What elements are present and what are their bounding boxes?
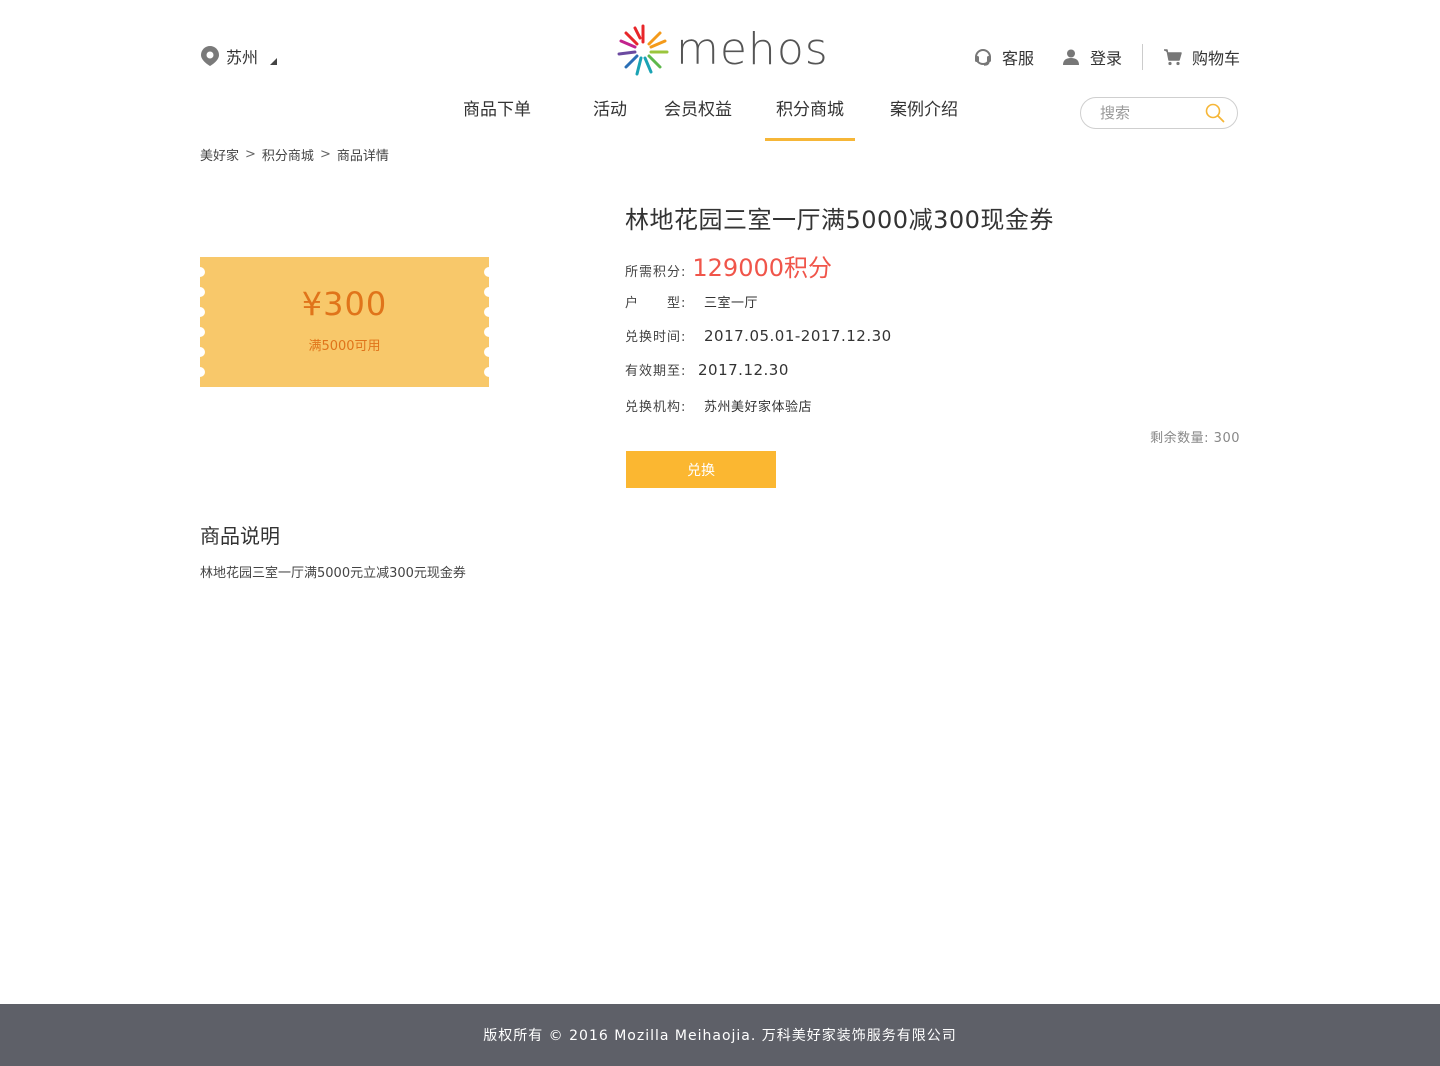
cart-label: 购物车 xyxy=(1191,49,1240,68)
description-text: 林地花园三室一厅满5000元立减300元现金券 xyxy=(200,566,466,581)
coupon-notch xyxy=(484,267,489,277)
valid-until-row: 有效期至: 2017.12.30 xyxy=(625,360,789,379)
coupon-notch xyxy=(200,267,205,277)
breadcrumb-separator: > xyxy=(319,147,331,162)
nav-item-points-mall[interactable]: 积分商城 xyxy=(765,98,855,141)
city-name: 苏州 xyxy=(226,48,259,67)
points-row: 所需积分: 129000积分 xyxy=(625,248,832,283)
logo[interactable]: mehos xyxy=(616,22,829,78)
search-input[interactable] xyxy=(1098,103,1202,123)
breadcrumb: 美好家 > 积分商城 > 商品详情 xyxy=(200,145,389,164)
breadcrumb-points-mall[interactable]: 积分商城 xyxy=(262,145,314,164)
customer-service-label: 客服 xyxy=(1001,49,1034,68)
headset-icon xyxy=(974,49,991,66)
coupon-notch xyxy=(484,367,489,377)
logo-mark-icon xyxy=(617,24,669,76)
breadcrumb-home[interactable]: 美好家 xyxy=(200,145,239,164)
caret-down-icon xyxy=(270,57,278,65)
nav-item-cases[interactable]: 案例介绍 xyxy=(888,98,960,138)
login-link[interactable]: 登录 xyxy=(1062,45,1122,69)
valid-until-value: 2017.12.30 xyxy=(698,361,789,379)
footer: 版权所有 © 2016 Mozilla Meihaojia. 万科美好家装饰服务… xyxy=(0,1004,1440,1066)
customer-service-link[interactable]: 客服 xyxy=(974,45,1034,69)
house-type-label: 户 型: xyxy=(625,296,687,311)
coupon-image: ¥300 满5000可用 xyxy=(200,257,489,387)
coupon-notch xyxy=(200,367,205,377)
nav-item-activity[interactable]: 活动 xyxy=(592,98,628,138)
nav-item-order[interactable]: 商品下单 xyxy=(461,98,533,138)
search-box xyxy=(1080,97,1238,129)
location-pin-icon xyxy=(201,46,219,66)
cart-icon xyxy=(1163,48,1182,65)
city-selector[interactable]: 苏州 xyxy=(200,44,278,68)
exchange-time-row: 兑换时间: 2017.05.01-2017.12.30 xyxy=(625,326,892,345)
house-type-value: 三室一厅 xyxy=(704,296,759,311)
exchange-org-row: 兑换机构: 苏州美好家体验店 xyxy=(625,396,812,415)
exchange-time-value: 2017.05.01-2017.12.30 xyxy=(704,327,892,345)
exchange-org-value: 苏州美好家体验店 xyxy=(704,400,813,415)
header-divider xyxy=(1141,44,1143,70)
exchange-org-label: 兑换机构: xyxy=(625,400,687,415)
user-icon xyxy=(1062,49,1079,65)
description-heading: 商品说明 xyxy=(200,524,280,548)
coupon-condition: 满5000可用 xyxy=(308,339,381,354)
points-label: 所需积分: xyxy=(625,265,687,280)
product-title: 林地花园三室一厅满5000减300现金券 xyxy=(625,206,1054,234)
logo-text: mehos xyxy=(676,24,829,75)
copyright-text: 版权所有 © 2016 Mozilla Meihaojia. 万科美好家装饰服务… xyxy=(483,1028,957,1044)
login-label: 登录 xyxy=(1089,49,1122,68)
coupon-amount: ¥300 xyxy=(301,285,388,323)
cart-link[interactable]: 购物车 xyxy=(1163,45,1240,69)
breadcrumb-current: 商品详情 xyxy=(336,149,389,164)
nav-item-membership[interactable]: 会员权益 xyxy=(662,98,734,138)
house-type-row: 户 型: 三室一厅 xyxy=(625,292,758,311)
remaining-quantity: 剩余数量: 300 xyxy=(1150,431,1240,446)
header-links: 客服 登录 购物车 xyxy=(974,44,1240,70)
exchange-button[interactable]: 兑换 xyxy=(626,451,776,488)
breadcrumb-separator: > xyxy=(245,147,256,162)
valid-until-label: 有效期至: xyxy=(625,364,687,379)
points-value: 129000积分 xyxy=(692,254,833,282)
search-icon[interactable] xyxy=(1205,103,1225,123)
exchange-time-label: 兑换时间: xyxy=(625,330,687,345)
